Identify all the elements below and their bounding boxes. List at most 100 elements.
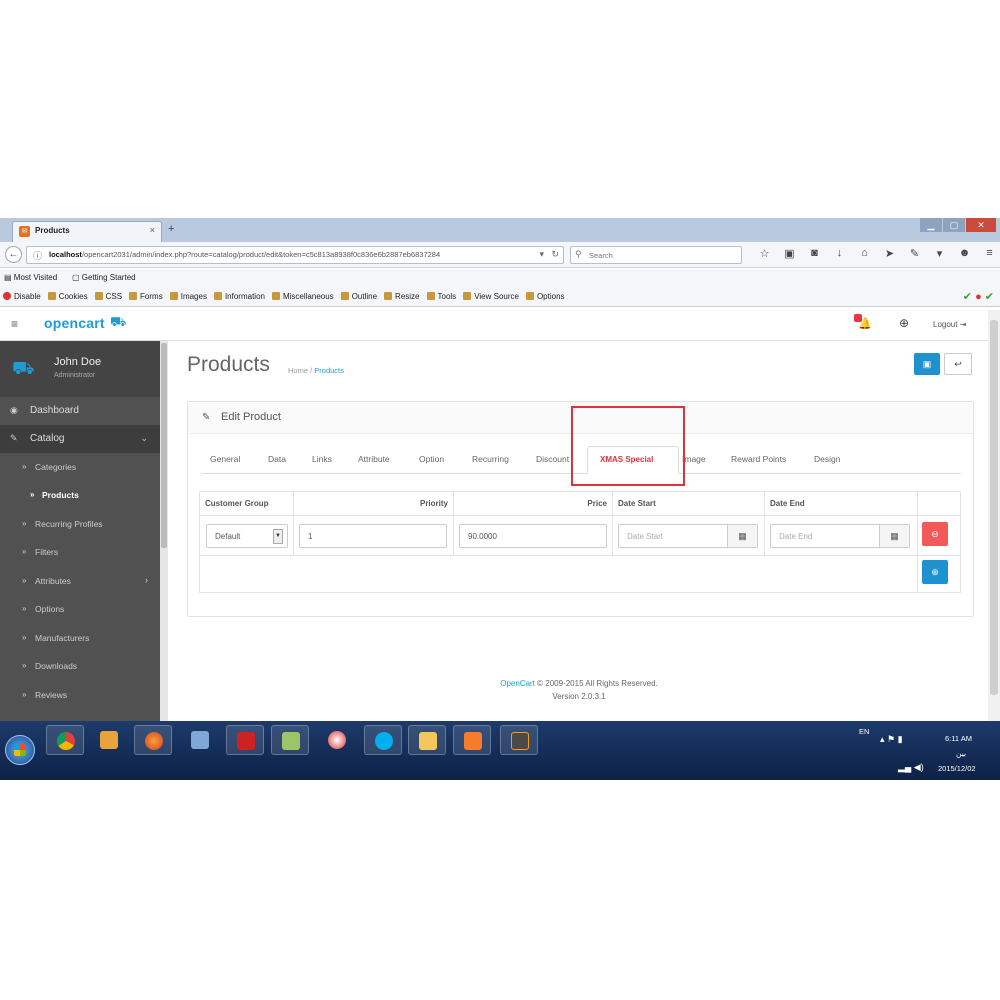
new-tab-button[interactable]: +: [168, 223, 174, 235]
tab-recurring[interactable]: Recurring: [472, 454, 509, 464]
reading-list-icon[interactable]: ▣: [777, 247, 802, 260]
hamburger-menu-icon[interactable]: ≡: [977, 247, 1000, 260]
calendar-icon[interactable]: ▦: [879, 525, 909, 547]
dev-resize-menu[interactable]: Resize: [384, 292, 419, 301]
tab-general[interactable]: General: [210, 454, 240, 464]
tab-links[interactable]: Links: [312, 454, 332, 464]
minimize-button[interactable]: ▁: [920, 218, 942, 232]
download-icon[interactable]: ↓: [827, 247, 852, 260]
taskbar-xampp[interactable]: [453, 725, 491, 755]
taskbar-explorer[interactable]: [408, 725, 446, 755]
taskbar-virtualbox[interactable]: [181, 725, 219, 755]
date-end-input[interactable]: Date End ▦: [770, 524, 910, 548]
dev-forms-menu[interactable]: Forms: [129, 292, 163, 301]
error-icon[interactable]: ●: [975, 291, 982, 303]
sidebar-item-dashboard[interactable]: ◉ Dashboard: [0, 397, 160, 425]
dev-miscellaneous-menu[interactable]: Miscellaneous: [272, 292, 334, 301]
address-bar[interactable]: ⓘ localhost/opencart2031/admin/index.php…: [26, 246, 564, 264]
check-icon[interactable]: ✔: [963, 291, 972, 303]
taskbar-browser[interactable]: [318, 725, 356, 755]
sidebar-item-catalog[interactable]: ✎ Catalog ⌄: [0, 425, 160, 453]
dev-images-menu[interactable]: Images: [170, 292, 207, 301]
remove-special-button[interactable]: ⊖: [922, 522, 948, 546]
sidebar-item-reviews[interactable]: » Reviews: [0, 681, 160, 709]
taskbar-notepad[interactable]: [271, 725, 309, 755]
sidebar-item-categories[interactable]: » Categories: [0, 453, 160, 481]
page-scroll-thumb[interactable]: [990, 320, 998, 695]
site-info-icon[interactable]: ⓘ: [33, 249, 42, 262]
taskbar-media-player[interactable]: [90, 725, 128, 755]
sidebar-item-recurring-profiles[interactable]: » Recurring Profiles: [0, 510, 160, 538]
pocket-icon[interactable]: ◙: [802, 247, 827, 260]
start-button[interactable]: [5, 735, 35, 765]
search-box[interactable]: ⚲: [570, 246, 742, 264]
network-volume-icon[interactable]: ▂▄ ◀): [898, 762, 924, 773]
bookmark-most-visited[interactable]: ▤ Most Visited: [4, 273, 57, 282]
chat-icon[interactable]: ☻: [952, 247, 977, 260]
dev-view-source-menu[interactable]: View Source: [463, 292, 519, 301]
tab-attribute[interactable]: Attribute: [358, 454, 390, 464]
taskbar-sublime[interactable]: [500, 725, 538, 755]
reload-icon[interactable]: ▾ ↻: [539, 249, 559, 260]
browser-tab[interactable]: ✉ Products ×: [12, 221, 162, 242]
dev-information-menu[interactable]: Information: [214, 292, 265, 301]
footer-opencart-link[interactable]: OpenCart: [500, 679, 535, 688]
priority-input[interactable]: 1: [299, 524, 447, 548]
language-indicator[interactable]: EN: [859, 727, 869, 736]
sidebar-item-products[interactable]: » Products: [0, 481, 160, 509]
sidebar-item-manufacturers[interactable]: » Manufacturers: [0, 624, 160, 652]
sidebar-scrollbar[interactable]: [160, 341, 168, 721]
tab-image[interactable]: Image: [682, 454, 706, 464]
chevron-down-icon[interactable]: ▾: [927, 247, 952, 260]
extension-icon[interactable]: ✎: [902, 247, 927, 260]
price-input[interactable]: 90.0000: [459, 524, 607, 548]
bookmark-star-icon[interactable]: ☆: [752, 247, 777, 260]
calendar-icon[interactable]: ▦: [727, 525, 757, 547]
search-input[interactable]: [589, 249, 737, 261]
dev-css-menu[interactable]: CSS: [95, 292, 122, 301]
sidebar-item-filters[interactable]: » Filters: [0, 538, 160, 566]
tray-icons[interactable]: ▴ ⚑ ▮: [880, 734, 903, 745]
add-special-button[interactable]: ⊕: [922, 560, 948, 584]
bookmark-getting-started[interactable]: ▢ Getting Started: [72, 273, 136, 282]
tab-design[interactable]: Design: [814, 454, 840, 464]
taskbar-skype[interactable]: [364, 725, 402, 755]
dev-tools-menu[interactable]: Tools: [427, 292, 457, 301]
tab-data[interactable]: Data: [268, 454, 286, 464]
sidebar-item-downloads[interactable]: » Downloads: [0, 652, 160, 680]
user-profile[interactable]: ⛟ John Doe Administrator: [0, 341, 160, 397]
breadcrumb-home[interactable]: Home: [288, 366, 308, 375]
back-arrow-icon[interactable]: ←: [5, 246, 22, 263]
tab-reward-points[interactable]: Reward Points: [731, 454, 786, 464]
opencart-logo[interactable]: opencart: [44, 315, 105, 331]
menu-toggle-icon[interactable]: ≡: [11, 317, 18, 331]
clock-time[interactable]: 6:11 AM: [945, 734, 972, 743]
taskbar-chrome[interactable]: [46, 725, 84, 755]
page-scrollbar[interactable]: [988, 310, 1000, 721]
notification-bell-icon[interactable]: 🔔: [854, 314, 872, 330]
clock-date[interactable]: 2015/12/02: [938, 764, 976, 773]
maximize-button[interactable]: ▢: [943, 218, 965, 232]
taskbar-filezilla[interactable]: [226, 725, 264, 755]
back-button[interactable]: ↩: [944, 353, 972, 375]
dev-options-menu[interactable]: Options: [526, 292, 565, 301]
sidebar-scroll-thumb[interactable]: [161, 343, 167, 548]
breadcrumb-products[interactable]: Products: [314, 366, 344, 375]
date-start-input[interactable]: Date Start ▦: [618, 524, 758, 548]
home-icon[interactable]: ⌂: [852, 247, 877, 260]
tab-close-icon[interactable]: ×: [150, 225, 155, 235]
tab-discount[interactable]: Discount: [536, 454, 576, 464]
logout-link[interactable]: Logout ⇥: [933, 320, 966, 329]
help-lifebuoy-icon[interactable]: ⊕: [899, 316, 909, 330]
window-close-button[interactable]: ✕: [966, 218, 996, 232]
sidebar-item-options[interactable]: » Options: [0, 595, 160, 623]
sidebar-item-attributes[interactable]: » Attributes ›: [0, 567, 160, 595]
send-icon[interactable]: ➤: [877, 247, 902, 260]
customer-group-select[interactable]: Default ▼: [206, 524, 288, 548]
dev-cookies-menu[interactable]: Cookies: [48, 292, 88, 301]
dev-outline-menu[interactable]: Outline: [341, 292, 377, 301]
save-button[interactable]: ▣: [914, 353, 940, 375]
tab-option[interactable]: Option: [419, 454, 444, 464]
dev-disable-menu[interactable]: Disable: [3, 292, 41, 301]
taskbar-firefox[interactable]: [134, 725, 172, 755]
